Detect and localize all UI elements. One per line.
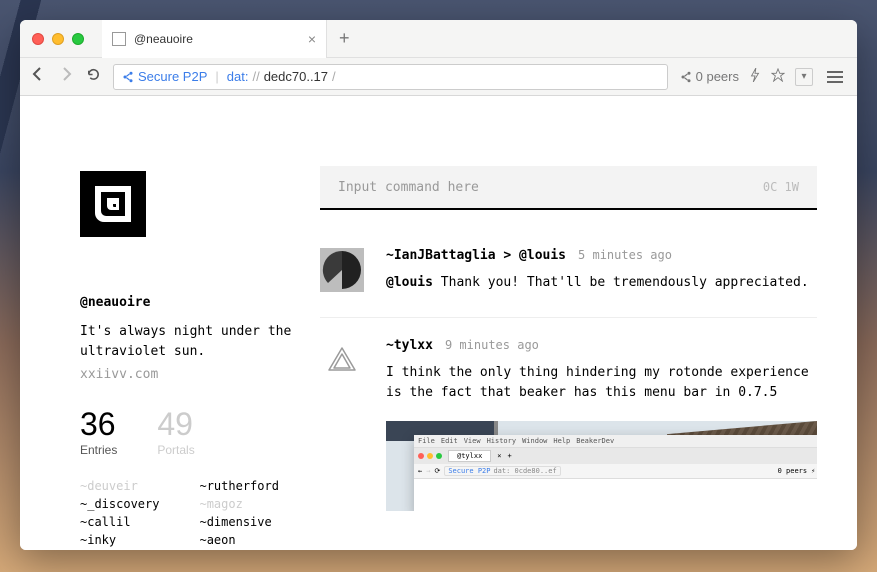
portal-link[interactable]: ~dom bbox=[80, 549, 159, 550]
window-controls bbox=[20, 33, 84, 45]
command-counter: 0C 1W bbox=[763, 180, 799, 194]
portal-link[interactable]: ~dimensive bbox=[199, 513, 278, 531]
profile-site-link[interactable]: xxiivv.com bbox=[80, 367, 320, 382]
feed-post: ~tylxx 9 minutes ago I think the only th… bbox=[320, 338, 817, 535]
new-tab-button[interactable]: + bbox=[339, 28, 350, 49]
profile-sidebar: @neauoire It's always night under the ul… bbox=[20, 96, 320, 550]
post-attachment-image[interactable]: File Edit View History Window Help Beake… bbox=[386, 421, 817, 511]
close-window-button[interactable] bbox=[32, 33, 44, 45]
toolbar: Secure P2P | dat://dedc70..17/ 0 peers ▾ bbox=[20, 58, 857, 96]
security-label: Secure P2P bbox=[138, 69, 207, 84]
portal-link[interactable]: ~siilime bbox=[199, 549, 278, 550]
profile-stats: 36 Entries 49 Portals bbox=[80, 406, 320, 457]
share-icon bbox=[122, 71, 134, 83]
post-timestamp: 9 minutes ago bbox=[445, 338, 539, 352]
command-placeholder: Input command here bbox=[338, 180, 479, 195]
minimize-window-button[interactable] bbox=[52, 33, 64, 45]
mention[interactable]: @louis bbox=[386, 275, 433, 290]
stat-portals: 49 Portals bbox=[157, 406, 194, 457]
portal-link[interactable]: ~aeon bbox=[199, 531, 278, 549]
post-avatar[interactable] bbox=[320, 248, 364, 292]
url-path: dedc70..17 bbox=[264, 69, 328, 84]
profile-avatar[interactable] bbox=[80, 171, 146, 237]
triangle-icon bbox=[327, 346, 357, 374]
page-icon bbox=[112, 32, 126, 46]
browser-tab[interactable]: @neauoire × bbox=[102, 20, 327, 58]
dropdown-button[interactable]: ▾ bbox=[795, 68, 813, 86]
peers-indicator[interactable]: 0 peers bbox=[680, 69, 739, 84]
reload-button[interactable] bbox=[86, 67, 101, 87]
address-bar[interactable]: Secure P2P | dat://dedc70..17/ bbox=[113, 64, 668, 90]
separator: | bbox=[215, 69, 218, 84]
post-timestamp: 5 minutes ago bbox=[578, 248, 672, 262]
page-content: @neauoire It's always night under the ul… bbox=[20, 96, 857, 550]
stat-value: 49 bbox=[157, 406, 194, 443]
close-tab-button[interactable]: × bbox=[308, 31, 316, 47]
portal-list: ~deuveir ~_discovery ~callil ~inky ~dom … bbox=[80, 477, 320, 550]
spiral-logo-icon bbox=[89, 180, 137, 228]
post-author[interactable]: ~tylxx bbox=[386, 338, 433, 353]
feed: ~IanJBattaglia > @louis 5 minutes ago @l… bbox=[320, 248, 817, 535]
toolbar-actions: 0 peers ▾ bbox=[680, 67, 847, 87]
stat-entries: 36 Entries bbox=[80, 406, 117, 457]
portal-link[interactable]: ~deuveir bbox=[80, 477, 159, 495]
portal-link[interactable]: ~_discovery bbox=[80, 495, 159, 513]
lightning-icon[interactable] bbox=[749, 68, 761, 85]
tab-title: @neauoire bbox=[134, 32, 193, 46]
feed-column: Input command here 0C 1W ~IanJBattag bbox=[320, 96, 857, 550]
portal-link[interactable]: ~callil bbox=[80, 513, 159, 531]
stat-value: 36 bbox=[80, 406, 117, 443]
url-scheme: dat: bbox=[227, 69, 249, 84]
post-author[interactable]: ~IanJBattaglia > @louis bbox=[386, 248, 566, 263]
command-input[interactable]: Input command here 0C 1W bbox=[320, 166, 817, 210]
profile-bio: It's always night under the ultraviolet … bbox=[80, 322, 320, 361]
titlebar: @neauoire × + bbox=[20, 20, 857, 58]
back-button[interactable] bbox=[30, 66, 46, 87]
stat-label: Portals bbox=[157, 443, 194, 457]
security-badge[interactable]: Secure P2P bbox=[122, 69, 207, 84]
stat-label: Entries bbox=[80, 443, 117, 457]
avatar-icon bbox=[320, 248, 364, 292]
star-icon[interactable] bbox=[771, 68, 785, 85]
post-body-text: I think the only thing hindering my roto… bbox=[386, 363, 817, 403]
browser-window: @neauoire × + Secure P2P | dat://dedc70.… bbox=[20, 20, 857, 550]
maximize-window-button[interactable] bbox=[72, 33, 84, 45]
post-avatar[interactable] bbox=[320, 338, 364, 382]
profile-handle: @neauoire bbox=[80, 295, 320, 310]
forward-button[interactable] bbox=[58, 66, 74, 87]
nested-menubar: File Edit View History Window Help Beake… bbox=[414, 435, 817, 448]
portal-link[interactable]: ~inky bbox=[80, 531, 159, 549]
menu-button[interactable] bbox=[823, 67, 847, 87]
post-body-text: @louis Thank you! That'll be tremendousl… bbox=[386, 273, 817, 293]
peers-label: 0 peers bbox=[696, 69, 739, 84]
portal-link[interactable]: ~rutherford bbox=[199, 477, 278, 495]
portal-link[interactable]: ~magoz bbox=[199, 495, 278, 513]
share-icon bbox=[680, 71, 692, 83]
feed-post: ~IanJBattaglia > @louis 5 minutes ago @l… bbox=[320, 248, 817, 318]
